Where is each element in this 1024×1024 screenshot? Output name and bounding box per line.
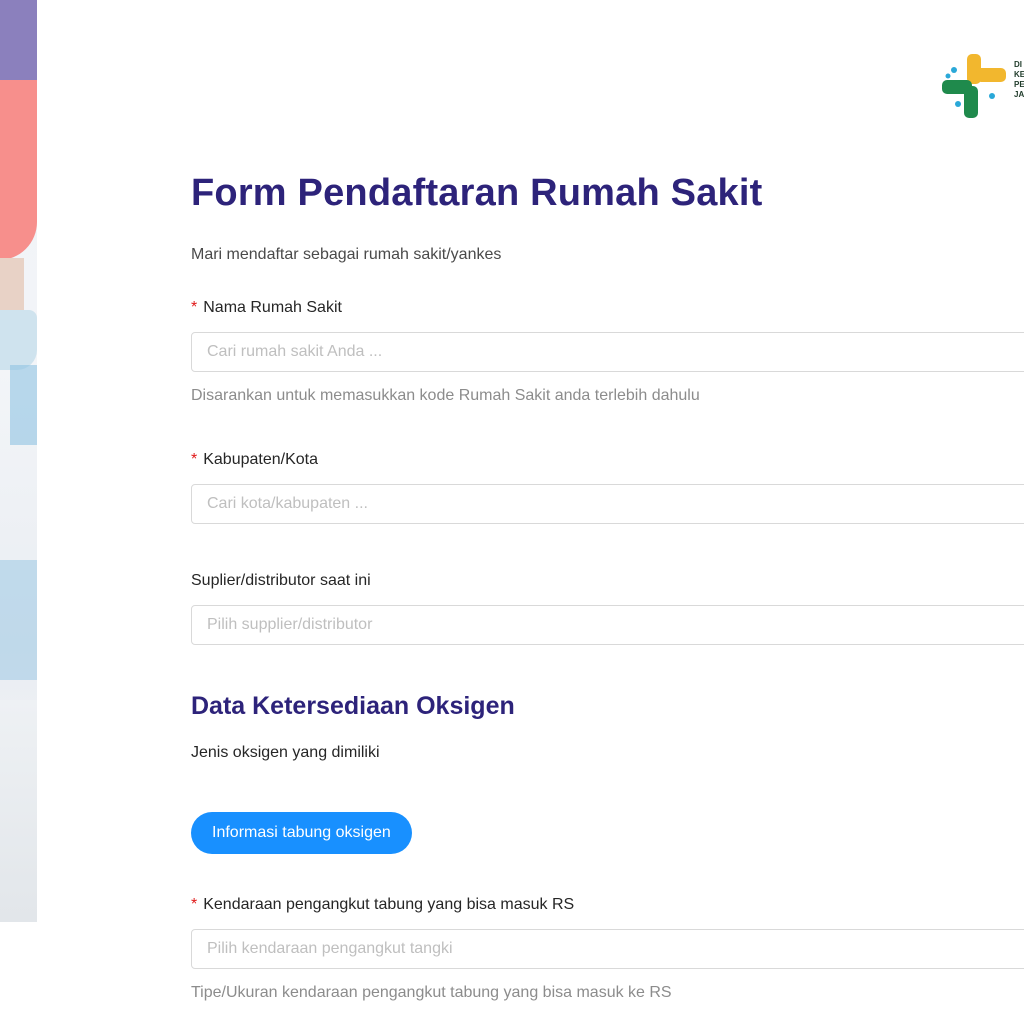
required-mark: * [191,451,198,468]
vehicle-label: * Kendaraan pengangkut tabung yang bisa m… [191,896,575,913]
ministry-logo [940,52,1024,122]
oxygen-section-title: Data Ketersediaan Oksigen [191,692,515,720]
city-search-input[interactable]: Cari kota/kabupaten ... [191,484,1024,524]
hospital-name-label: * Nama Rumah Sakit [191,299,342,316]
required-mark: * [191,896,198,913]
page-subtitle: Mari mendaftar sebagai rumah sakit/yanke… [191,246,502,263]
supplier-label: Suplier/distributor saat ini [191,572,371,589]
required-mark: * [191,299,198,316]
page-title: Form Pendaftaran Rumah Sakit [191,172,763,214]
vehicle-help-text: Tipe/Ukuran kendaraan pengangkut tabung … [191,984,672,1001]
hospital-search-input[interactable]: Cari rumah sakit Anda ... [191,332,1024,372]
logo-text: DI KE PE JA [1014,60,1024,99]
vehicle-select[interactable]: Pilih kendaraan pengangkut tangki [191,929,1024,969]
side-photo [0,0,37,922]
oxygen-info-button[interactable]: Informasi tabung oksigen [191,812,412,854]
oxygen-type-question: Jenis oksigen yang dimiliki [191,744,380,761]
city-label: * Kabupaten/Kota [191,451,318,468]
supplier-select[interactable]: Pilih supplier/distributor [191,605,1024,645]
hospital-help-text: Disarankan untuk memasukkan kode Rumah S… [191,387,700,404]
